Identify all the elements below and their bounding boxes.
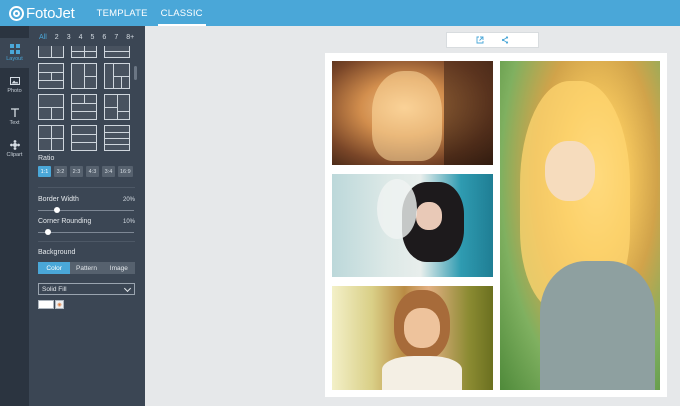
logo-icon [9,5,24,21]
layout-thumb[interactable] [104,125,130,151]
count-4[interactable]: 4 [79,34,83,41]
open-external-button[interactable] [476,36,485,45]
background-label: Background [38,249,76,256]
ratio-label: Ratio [38,155,55,162]
tab-template[interactable]: TEMPLATE [97,0,148,26]
share-icon [501,36,509,44]
ratio-3-4[interactable]: 3:4 [102,166,115,177]
rail-item-label: Photo [7,88,22,94]
collage-canvas [325,53,667,397]
top-bar: FotoJet TEMPLATE CLASSIC [0,0,680,26]
ratio-options: 1:1 3:2 2:3 4:3 3:4 16:9 [38,166,136,177]
rail-item-photo[interactable]: Photo [0,70,29,100]
ratio-1-1[interactable]: 1:1 [38,166,51,177]
canvas-toolbar [446,32,539,48]
border-width-slider[interactable] [38,210,134,211]
photo-count-filter: All 2 3 4 5 6 7 8+ [39,34,142,41]
ratio-4-3[interactable]: 4:3 [86,166,99,177]
tool-rail: Layout Photo Text Clipart [0,26,29,406]
layout-thumb[interactable] [104,63,130,89]
layout-thumb[interactable] [38,125,64,151]
chevron-down-icon [123,284,132,293]
layout-thumb[interactable] [71,46,97,58]
corner-rounding-slider-handle[interactable] [44,229,51,235]
layout-panel: All 2 3 4 5 6 7 8+ Ratio 1:1 3:2 2:3 4:3… [29,26,145,406]
layout-thumb[interactable] [38,94,64,120]
collage-photo-4[interactable] [500,61,660,390]
corner-rounding-slider[interactable] [38,232,134,233]
count-7[interactable]: 7 [114,34,118,41]
layout-thumb[interactable] [71,63,97,89]
bg-tab-image[interactable]: Image [102,262,135,274]
layout-thumb[interactable] [104,46,130,58]
layout-thumb[interactable] [38,63,64,89]
border-width-value: 20% [122,197,135,203]
logo[interactable]: FotoJet [9,5,75,22]
share-button[interactable] [501,36,510,45]
count-all[interactable]: All [39,34,47,41]
layout-thumb[interactable] [71,125,97,151]
ratio-3-2[interactable]: 3:2 [54,166,67,177]
rail-item-label: Clipart [6,152,23,158]
thumbnail-scrollbar[interactable] [134,66,137,80]
ratio-16-9[interactable]: 16:9 [118,166,133,177]
count-8plus[interactable]: 8+ [126,34,134,41]
count-6[interactable]: 6 [102,34,106,41]
rail-item-label: Layout [6,56,23,62]
fill-type-select[interactable]: Solid Fill [38,283,135,295]
layout-thumb[interactable] [71,94,97,120]
fill-type-value: Solid Fill [42,285,67,293]
count-5[interactable]: 5 [91,34,95,41]
background-color-swatch[interactable] [38,300,54,309]
count-2[interactable]: 2 [55,34,59,41]
layout-icon [9,44,20,54]
rail-item-clipart[interactable]: Clipart [0,134,29,164]
clipart-icon [9,140,20,150]
rail-item-layout[interactable]: Layout [0,38,29,68]
count-3[interactable]: 3 [67,34,71,41]
background-tabs: Color Pattern Image [38,262,135,274]
divider [38,241,135,242]
text-icon [10,108,19,117]
layout-thumb[interactable] [38,46,64,58]
color-picker-icon[interactable]: ◉ [55,300,64,309]
collage-photo-1[interactable] [332,61,493,165]
border-width-label: Border Width [38,196,79,203]
corner-rounding-label: Corner Rounding [38,218,92,225]
corner-rounding-value: 10% [122,219,135,225]
bg-tab-color[interactable]: Color [38,262,71,274]
border-width-slider-handle[interactable] [54,207,61,213]
bg-tab-pattern[interactable]: Pattern [70,262,103,274]
divider [38,187,135,188]
rail-item-label: Text [9,120,20,126]
collage-photo-3[interactable] [332,286,493,390]
rail-item-text[interactable]: Text [0,102,29,132]
ratio-2-3[interactable]: 2:3 [70,166,83,177]
external-link-icon [476,36,484,44]
collage-photo-2[interactable] [332,174,493,277]
photo-icon [9,77,20,85]
logo-text: FotoJet [26,4,75,22]
tab-classic[interactable]: CLASSIC [157,0,206,26]
layout-thumb[interactable] [104,94,130,120]
